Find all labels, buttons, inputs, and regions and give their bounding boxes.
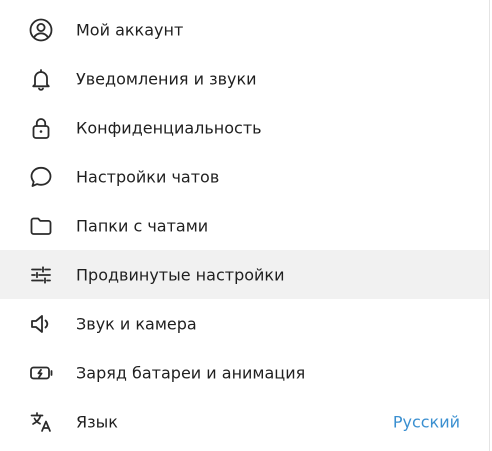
language-value: Русский	[392, 412, 460, 431]
bell-icon	[28, 66, 54, 92]
menu-item-advanced[interactable]: Продвинутые настройки	[0, 250, 489, 299]
chat-bubble-icon	[28, 164, 54, 190]
menu-item-label: Папки с чатами	[76, 216, 209, 235]
menu-item-label: Уведомления и звуки	[76, 69, 257, 88]
menu-item-chat-settings[interactable]: Настройки чатов	[0, 152, 489, 201]
menu-item-label: Продвинутые настройки	[76, 265, 285, 284]
menu-item-my-account[interactable]: Мой аккаунт	[0, 5, 489, 54]
menu-item-label: Настройки чатов	[76, 167, 220, 186]
speaker-icon	[28, 311, 54, 337]
menu-item-label: Заряд батареи и анимация	[76, 363, 306, 382]
settings-menu: Мой аккаунт Уведомления и звуки Конфиден…	[0, 0, 489, 446]
menu-item-label: Мой аккаунт	[76, 20, 184, 39]
menu-item-language[interactable]: Язык Русский	[0, 397, 489, 446]
settings-panel: Мой аккаунт Уведомления и звуки Конфиден…	[0, 0, 490, 451]
menu-item-chat-folders[interactable]: Папки с чатами	[0, 201, 489, 250]
menu-item-privacy[interactable]: Конфиденциальность	[0, 103, 489, 152]
menu-item-label: Звук и камера	[76, 314, 197, 333]
menu-item-sound-camera[interactable]: Звук и камера	[0, 299, 489, 348]
lock-icon	[28, 115, 54, 141]
menu-item-label: Язык	[76, 412, 118, 431]
translate-icon	[28, 409, 54, 435]
account-icon	[28, 17, 54, 43]
menu-item-notifications[interactable]: Уведомления и звуки	[0, 54, 489, 103]
menu-item-battery-animation[interactable]: Заряд батареи и анимация	[0, 348, 489, 397]
sliders-icon	[28, 262, 54, 288]
battery-icon	[28, 360, 54, 386]
menu-item-label: Конфиденциальность	[76, 118, 262, 137]
folder-icon	[28, 213, 54, 239]
